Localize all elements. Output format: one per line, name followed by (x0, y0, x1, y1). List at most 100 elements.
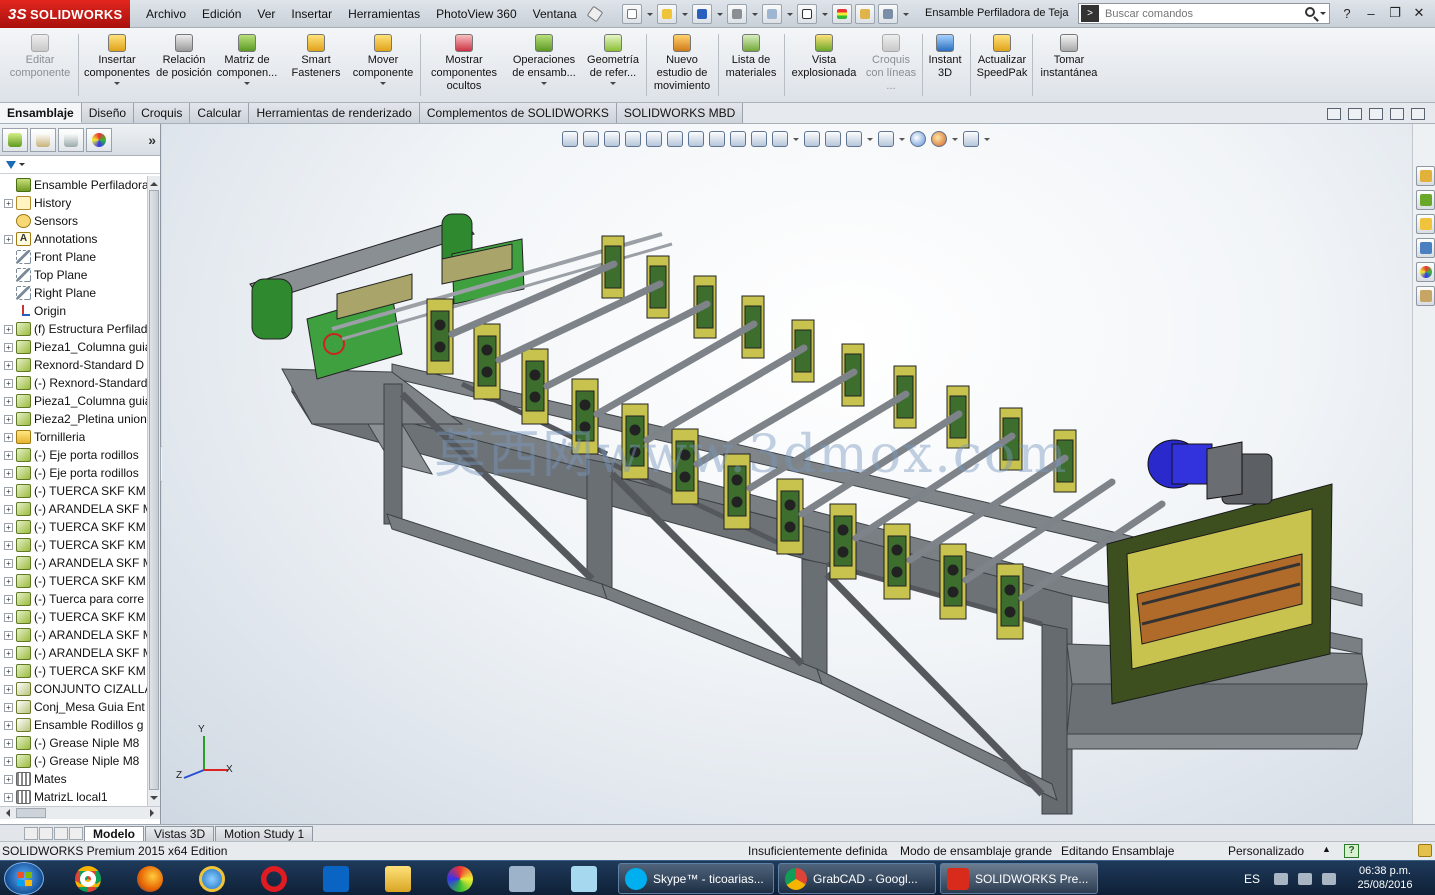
tree-item[interactable]: + CONJUNTO CIZALLA (0, 680, 147, 698)
chevron-down-icon[interactable] (541, 82, 547, 88)
tree-item[interactable]: + Pieza1_Columna guia (0, 392, 147, 410)
mate-button[interactable]: Relación de posición (156, 34, 212, 102)
tab-vistas-3d[interactable]: Vistas 3D (145, 825, 215, 841)
custom-properties-tab[interactable] (1416, 286, 1435, 306)
expand-icon[interactable]: + (4, 486, 13, 496)
zoom-to-fit-icon[interactable] (562, 131, 578, 147)
print-button[interactable] (727, 4, 747, 24)
zoom-to-area-icon[interactable] (583, 131, 599, 147)
open-dropdown[interactable] (680, 4, 689, 24)
scroll-down-icon[interactable] (150, 796, 158, 804)
tree-item[interactable]: + Ensamble Rodillos g (0, 716, 147, 734)
chevron-down-icon[interactable] (899, 138, 905, 144)
outlook-taskbar-icon[interactable] (308, 864, 364, 894)
options-button[interactable] (878, 4, 898, 24)
menu-edicion[interactable]: Edición (194, 7, 249, 21)
expand-icon[interactable]: + (4, 738, 13, 748)
internet-explorer-taskbar-icon[interactable] (184, 864, 240, 894)
next-tab-icon[interactable] (54, 826, 68, 840)
tree-item[interactable]: + Pieza1_Columna guia (0, 338, 147, 356)
tab-croquis[interactable]: Croquis (134, 103, 191, 123)
scroll-thumb[interactable] (149, 190, 159, 790)
expand-icon[interactable]: + (4, 702, 13, 712)
edit-component-button[interactable]: Editar componente (4, 34, 76, 102)
tree-item[interactable]: Origin (0, 302, 147, 320)
chevron-down-icon[interactable] (867, 138, 873, 144)
tree-filter[interactable] (0, 156, 160, 174)
expand-icon[interactable]: + (4, 630, 13, 640)
notes-taskbar-icon[interactable] (556, 864, 612, 894)
tree-item[interactable]: + (-) Rexnord-Standard (0, 374, 147, 392)
menu-ventana[interactable]: Ventana (525, 7, 585, 21)
select-dropdown[interactable] (820, 4, 829, 24)
front-view-icon[interactable] (667, 131, 683, 147)
options-dropdown[interactable] (901, 4, 910, 24)
expand-icon[interactable]: + (4, 648, 13, 658)
update-speedpak-button[interactable]: Actualizar SpeedPak (972, 34, 1032, 102)
expand-icon[interactable]: + (4, 414, 13, 424)
tree-item[interactable]: + Rexnord-Standard D (0, 356, 147, 374)
undo-dropdown[interactable] (785, 4, 794, 24)
show-hidden-components-button[interactable]: Mostrar componentes ocultos (424, 34, 504, 102)
scroll-right-icon[interactable] (150, 809, 158, 817)
expand-icon[interactable]: + (4, 468, 13, 478)
taskbar-clock[interactable]: 06:38 p.m. 25/08/2016 (1350, 864, 1420, 892)
view-orientation-icon[interactable] (646, 131, 662, 147)
expand-icon[interactable]: + (4, 666, 13, 676)
expand-icon[interactable]: + (4, 450, 13, 460)
left-view-icon[interactable] (709, 131, 725, 147)
tree-item[interactable]: + (-) Grease Niple M8 (0, 752, 147, 770)
file-explorer-tab[interactable] (1416, 214, 1435, 234)
chevron-down-icon[interactable] (114, 82, 120, 88)
tree-item[interactable]: + A Annotations (0, 230, 147, 248)
tree-item[interactable]: Ensamble Perfiladora de Teja (0, 176, 147, 194)
units-caret-icon[interactable]: ▲ (1322, 844, 1331, 854)
expand-icon[interactable]: + (4, 720, 13, 730)
tree-item[interactable]: + (-) TUERCA SKF KM (0, 662, 147, 680)
expand-icon[interactable]: + (4, 504, 13, 514)
tree-item[interactable]: + (-) ARANDELA SKF M (0, 554, 147, 572)
normal-to-icon[interactable] (804, 131, 820, 147)
tab-render-tools[interactable]: Herramientas de renderizado (249, 103, 420, 123)
tree-item[interactable]: Top Plane (0, 266, 147, 284)
expand-icon[interactable]: + (4, 432, 13, 442)
tree-item[interactable]: + (-) TUERCA SKF KM (0, 572, 147, 590)
network-icon[interactable] (1298, 872, 1313, 885)
volume-icon[interactable] (1322, 872, 1337, 885)
search-input[interactable] (1105, 7, 1295, 20)
expand-icon[interactable]: + (4, 198, 13, 208)
tree-item[interactable]: + MatrizL local1 (0, 788, 147, 806)
tab-diseno[interactable]: Diseño (81, 103, 135, 123)
tag-icon[interactable] (1418, 844, 1432, 857)
search-dropdown-icon[interactable] (1320, 12, 1326, 18)
right-view-icon[interactable] (730, 131, 746, 147)
opera-taskbar-icon[interactable] (246, 864, 302, 894)
tree-item[interactable]: + (-) TUERCA SKF KM (0, 482, 147, 500)
isometric-view-icon[interactable] (772, 131, 788, 147)
tile-window-icon[interactable] (1327, 108, 1341, 120)
display-pane-icon[interactable] (963, 131, 979, 147)
tree-item[interactable]: + (-) ARANDELA SKF M (0, 644, 147, 662)
quick-tips-icon[interactable]: ? (1344, 844, 1359, 858)
move-component-button[interactable]: Mover componente (348, 34, 418, 102)
expand-icon[interactable]: + (4, 342, 13, 352)
tree-item[interactable]: + (-) TUERCA SKF KM (0, 608, 147, 626)
top-view-icon[interactable] (751, 131, 767, 147)
expand-icon[interactable]: + (4, 522, 13, 532)
component-pattern-button[interactable]: Matriz de componen... (212, 34, 282, 102)
solidworks-taskbar-window[interactable]: SOLIDWORKS Pre... (940, 863, 1098, 894)
restore-document-icon[interactable] (1390, 108, 1404, 120)
language-indicator[interactable]: ES (1244, 872, 1260, 886)
tree-item[interactable]: + (-) ARANDELA SKF M (0, 626, 147, 644)
apply-scene-icon[interactable] (931, 131, 947, 147)
pin-menu-icon[interactable] (586, 5, 604, 23)
feature-manager-tab[interactable] (2, 127, 28, 152)
back-view-icon[interactable] (688, 131, 704, 147)
last-tab-icon[interactable] (69, 826, 83, 840)
undo-button[interactable] (762, 4, 782, 24)
minimize-button[interactable]: – (1361, 4, 1381, 22)
tree-item[interactable]: Right Plane (0, 284, 147, 302)
chevron-down-icon[interactable] (244, 82, 250, 88)
tree-item[interactable]: + Tornilleria (0, 428, 147, 446)
appearances-tab[interactable] (1416, 262, 1435, 282)
